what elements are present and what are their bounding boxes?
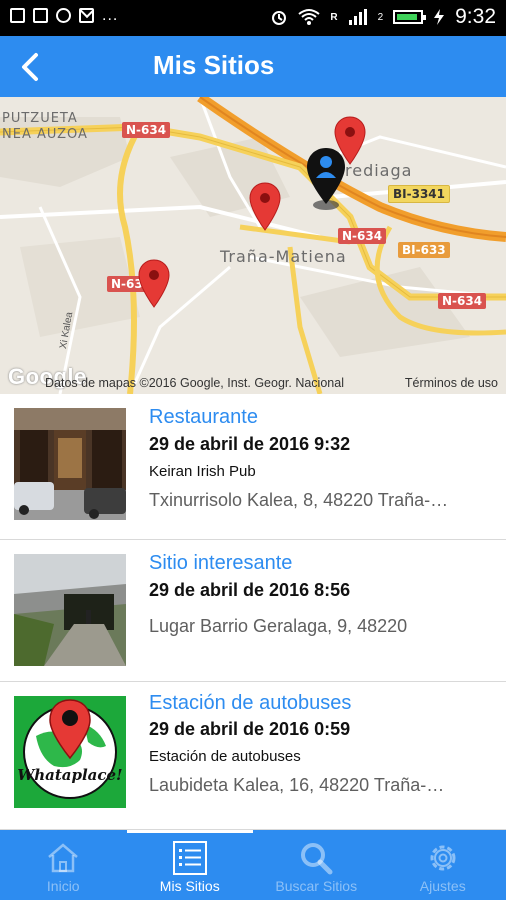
notification-icons: ... [10,7,119,24]
gear-icon [430,845,456,871]
back-button[interactable] [14,50,48,84]
wifi-icon [298,9,320,25]
place-category: Restaurante [149,406,258,428]
map-view[interactable]: PUTZUETA NEA AUZOA Traña-Matiena rediaga… [0,97,506,394]
map-place-label: NEA AUZOA [2,127,88,142]
road-badge: N-634 [438,293,487,309]
tab-ajustes[interactable]: Ajustes [380,830,506,900]
tab-label: Ajustes [419,878,466,894]
place-date: 29 de abril de 2016 9:32 [149,434,351,454]
tab-buscar-sitios[interactable]: Buscar Sitios [253,830,380,900]
home-icon [48,843,79,873]
search-icon [301,843,333,875]
signal-icon [348,9,367,25]
place-thumbnail: Whataplace! [14,696,126,808]
alarm-icon [272,11,287,25]
map-pin-icon[interactable] [249,182,281,232]
tab-label: Inicio [46,878,80,894]
logo-lettering: Whataplace! [17,766,122,784]
mail-icon [79,8,94,23]
map-attribution: Datos de mapas ©2016 Google, Inst. Geogr… [45,376,344,390]
tab-label: Buscar Sitios [275,878,358,894]
status-bar: ... R 2 9:32 [0,0,506,36]
place-address: Txinurrisolo Kalea, 8, 48220 Traña-Matie… [149,490,449,510]
map-pin-icon[interactable] [138,259,170,309]
place-thumbnail [14,554,126,666]
map-place-label: Traña-Matiena [220,247,347,266]
tab-mis-sitios[interactable]: Mis Sitios [127,830,254,900]
list-item[interactable]: Whataplace! Estación de autobuses 29 de … [0,682,506,830]
tab-inicio[interactable]: Inicio [0,830,127,900]
map-terms-link[interactable]: Términos de uso [405,376,498,390]
gallery-icon [10,8,25,23]
battery-icon [393,10,427,24]
clock: 9:32 [455,5,496,28]
system-icons: R 2 9:32 [270,5,496,29]
road-badge: N-634 [122,122,171,138]
list-item[interactable]: Restaurante 29 de abril de 2016 9:32 Kei… [0,394,506,540]
list-icon [172,841,207,875]
places-list[interactable]: Restaurante 29 de abril de 2016 9:32 Kei… [0,394,506,830]
charging-icon [434,9,445,25]
pub-photo [14,408,126,520]
place-date: 29 de abril de 2016 0:59 [149,719,351,739]
place-address: Lugar Barrio Geralaga, 9, 48220 [149,616,408,636]
app-bar: Mis Sitios [0,36,506,97]
place-thumbnail [14,408,126,520]
road-badge: N-634 [338,228,387,244]
back-arrow-icon [22,53,38,81]
place-name: Estación de autobuses [149,748,301,765]
bottom-navigation: Inicio Mis Sitios Buscar Sitios Ajustes [0,830,506,900]
place-category: Sitio interesante [149,552,293,574]
place-name: Keiran Irish Pub [149,463,256,480]
app-logo-image: Whataplace! [14,696,126,808]
current-location-icon[interactable] [305,147,347,211]
list-item[interactable]: Sitio interesante 29 de abril de 2016 8:… [0,540,506,682]
download-icon [33,8,48,23]
more-notifications-icon: ... [102,7,119,24]
road-badge: BI-3341 [388,185,450,203]
page-title: Mis Sitios [153,50,275,80]
place-date: 29 de abril de 2016 8:56 [149,580,351,600]
sim-label: 2 [377,11,384,23]
record-icon [56,8,71,23]
place-address: Laubideta Kalea, 16, 48220 Traña-Matiena [149,775,449,795]
road-badge: BI-633 [398,242,450,258]
network-type-label: R [330,11,338,23]
tunnel-photo [14,554,126,666]
tab-label: Mis Sitios [159,878,220,894]
place-category: Estación de autobuses [149,692,352,714]
map-place-label: PUTZUETA [2,111,78,126]
